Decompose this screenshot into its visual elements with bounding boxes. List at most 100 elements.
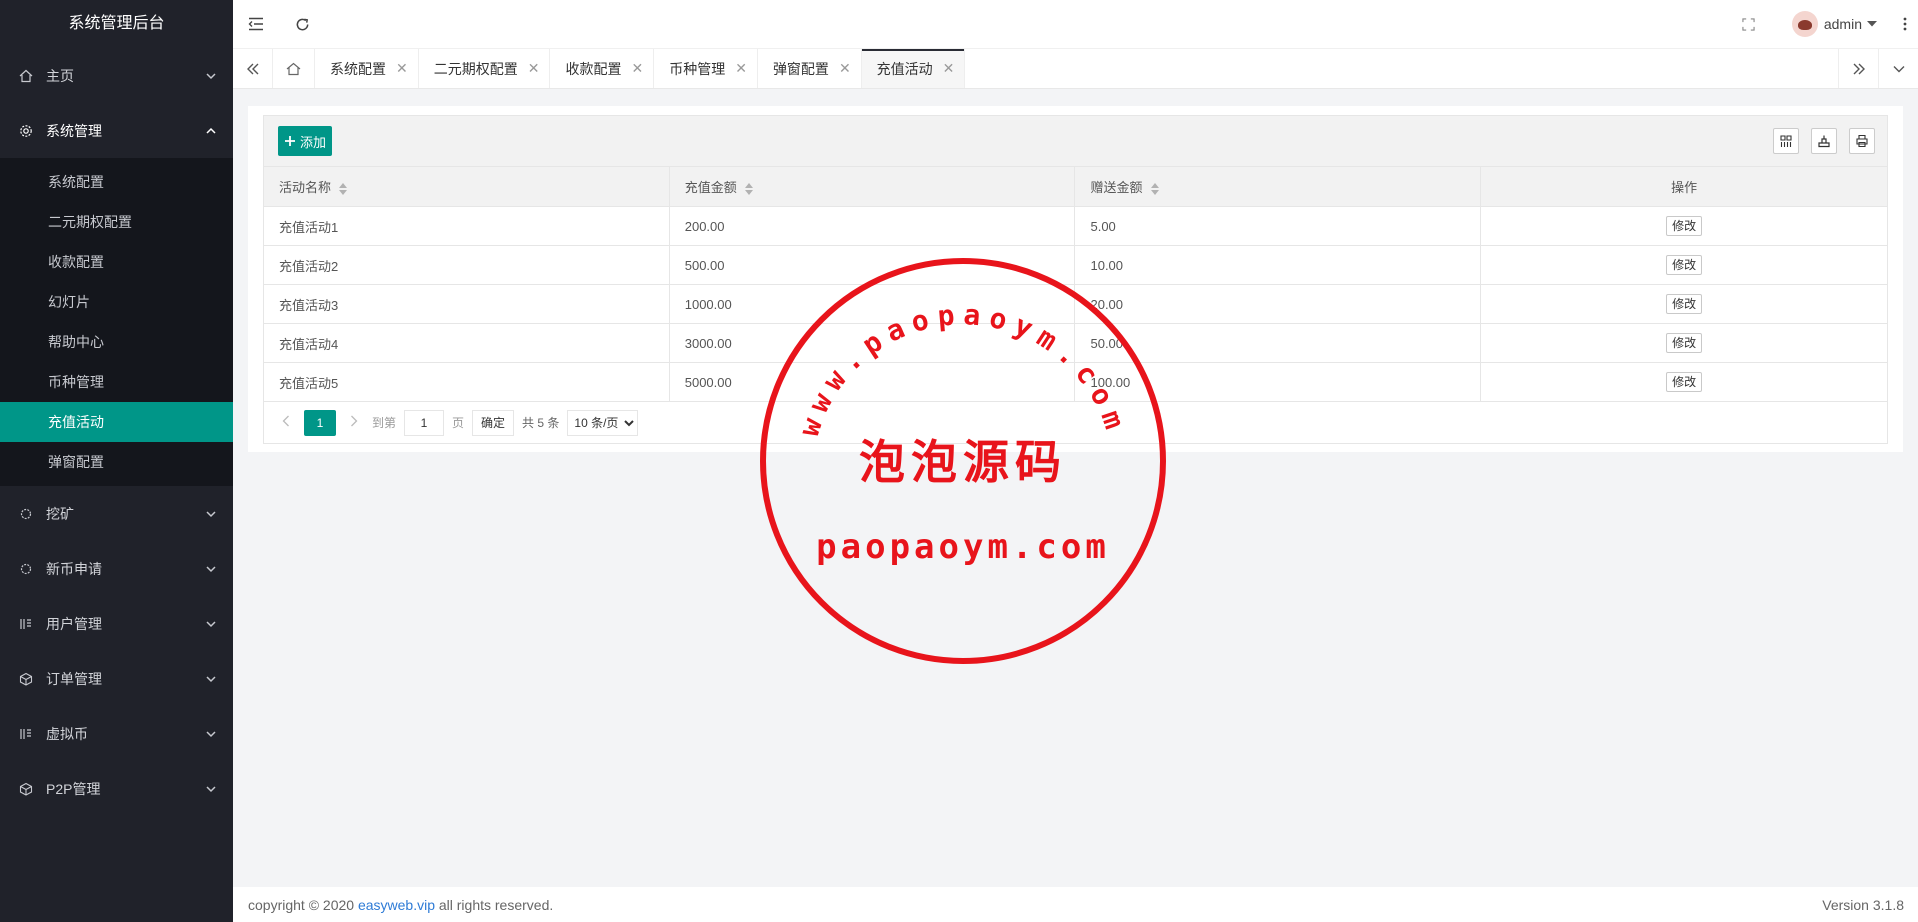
table-row: 充值活动1 200.00 5.00 修改 [263,206,1888,246]
username: admin [1823,16,1862,32]
refresh-button[interactable] [279,0,325,48]
content-card: 添加 活动名称 充值金额 赠送金额 操作 充值活动1 200.00 5.00 修… [248,106,1903,452]
caret-down-icon [1867,21,1877,27]
column-header-amount[interactable]: 充值金额 [668,166,1076,207]
column-label: 活动名称 [279,180,332,195]
print-button[interactable] [1849,128,1875,154]
cog-icon [18,506,34,522]
close-icon[interactable]: ✕ [396,60,408,77]
sidebar-item-label: 挖矿 [46,505,74,522]
cog-icon [18,561,34,577]
cell-actions: 修改 [1480,245,1888,285]
export-button[interactable] [1811,128,1837,154]
tab-recharge[interactable]: 充值活动 ✕ [861,49,966,88]
sidebar-subitem-recharge[interactable]: 充值活动 [0,402,233,442]
tabs-scroll-right-button[interactable] [1838,49,1878,88]
sidebar-item-label: 主页 [46,67,74,84]
sidebar-subitem-currency[interactable]: 币种管理 [0,362,233,402]
sidebar-item-p2p[interactable]: P2P管理 [0,761,233,816]
column-header-bonus[interactable]: 赠送金额 [1074,166,1482,207]
sidebar-item-users[interactable]: 用户管理 [0,596,233,651]
cell-bonus: 10.00 [1074,245,1482,285]
chevron-up-icon [206,127,216,134]
stamp-domain-text: paopaoym.com [816,527,1110,567]
fullscreen-icon [1742,17,1755,31]
sidebar-subitem-help[interactable]: 帮助中心 [0,322,233,362]
edit-button[interactable]: 修改 [1666,216,1703,236]
double-chevron-left-icon [246,63,258,74]
tab-payment[interactable]: 收款配置 ✕ [550,49,655,88]
version-text: Version 3.1.8 [1822,896,1904,913]
user-menu[interactable]: admin [1772,11,1892,37]
close-icon[interactable]: ✕ [943,60,955,77]
cell-amount: 3000.00 [668,323,1076,363]
sidebar-item-virtual-coin[interactable]: 虚拟币 [0,706,233,761]
chevron-down-icon [206,785,216,792]
edit-button[interactable]: 修改 [1666,333,1703,353]
cell-actions: 修改 [1480,323,1888,363]
chevron-down-icon [206,730,216,737]
footer: copyright © 2020 easyweb.vip all rights … [233,887,1918,922]
sidebar-item-orders[interactable]: 订单管理 [0,651,233,706]
sidebar-item-label: 订单管理 [46,670,102,687]
print-icon [1856,134,1868,148]
page-size-select[interactable]: 10 条/页 [567,409,639,436]
tabs-scroll-left-button[interactable] [233,49,273,88]
footer-link[interactable]: easyweb.vip [358,897,435,913]
close-icon[interactable]: ✕ [735,60,747,77]
tab-binary-option[interactable]: 二元期权配置 ✕ [419,49,551,88]
page-label: 页 [452,416,465,430]
edit-button[interactable]: 修改 [1666,255,1703,275]
goto-confirm-button[interactable]: 确定 [472,409,515,436]
chevron-right-icon [351,415,358,427]
prev-page-button[interactable] [276,415,296,430]
column-header-name[interactable]: 活动名称 [263,166,670,207]
cell-bonus: 5.00 [1074,206,1482,246]
next-page-button[interactable] [344,415,364,430]
goto-page-input[interactable] [404,409,445,436]
system-submenu: 系统配置 二元期权配置 收款配置 幻灯片 帮助中心 币种管理 充值活动 弹窗配置 [0,158,233,486]
edit-button[interactable]: 修改 [1666,372,1703,392]
sidebar-subitem-payment[interactable]: 收款配置 [0,242,233,282]
cell-actions: 修改 [1480,206,1888,246]
sort-icon[interactable] [339,182,348,195]
tab-system-config[interactable]: 系统配置 ✕ [315,49,419,88]
header-right: admin [1726,0,1918,48]
sidebar-subitem-slides[interactable]: 幻灯片 [0,282,233,322]
total-count: 共 5 条 [522,416,560,430]
add-button[interactable]: 添加 [278,126,333,156]
edit-button[interactable]: 修改 [1666,294,1703,314]
table-row: 充值活动3 1000.00 20.00 修改 [263,284,1888,324]
sidebar-item-label: 新币申请 [46,560,102,577]
toggle-sidebar-button[interactable] [233,0,279,48]
close-icon[interactable]: ✕ [631,60,643,77]
tabs-menu-button[interactable] [1878,49,1918,88]
more-button[interactable] [1892,0,1918,48]
sort-icon[interactable] [1150,182,1159,195]
refresh-icon [296,18,308,30]
sidebar-item-new-coin[interactable]: 新币申请 [0,541,233,596]
columns-filter-button[interactable] [1773,128,1799,154]
sidebar-item-label: 系统管理 [46,122,102,139]
sidebar-item-mining[interactable]: 挖矿 [0,486,233,541]
tab-label: 弹窗配置 [772,60,829,77]
sidebar-item-system[interactable]: 系统管理 [0,103,233,158]
list-icon [18,726,34,742]
chevron-left-icon [282,415,289,427]
sidebar-item-home[interactable]: 主页 [0,48,233,103]
sort-icon[interactable] [744,182,753,195]
cell-actions: 修改 [1480,362,1888,402]
close-icon[interactable]: ✕ [528,60,540,77]
fullscreen-button[interactable] [1726,0,1772,48]
page-button-current[interactable]: 1 [304,409,336,436]
cell-name: 充值活动2 [263,245,670,285]
close-icon[interactable]: ✕ [839,60,851,77]
tab-currency[interactable]: 币种管理 ✕ [654,49,758,88]
tab-home[interactable] [273,49,315,88]
tab-popup[interactable]: 弹窗配置 ✕ [758,49,862,88]
cell-amount: 5000.00 [668,362,1076,402]
home-icon [18,68,34,84]
sidebar-subitem-popup[interactable]: 弹窗配置 [0,442,233,482]
sidebar-subitem-system-config[interactable]: 系统配置 [0,162,233,202]
sidebar-subitem-binary-option[interactable]: 二元期权配置 [0,202,233,242]
